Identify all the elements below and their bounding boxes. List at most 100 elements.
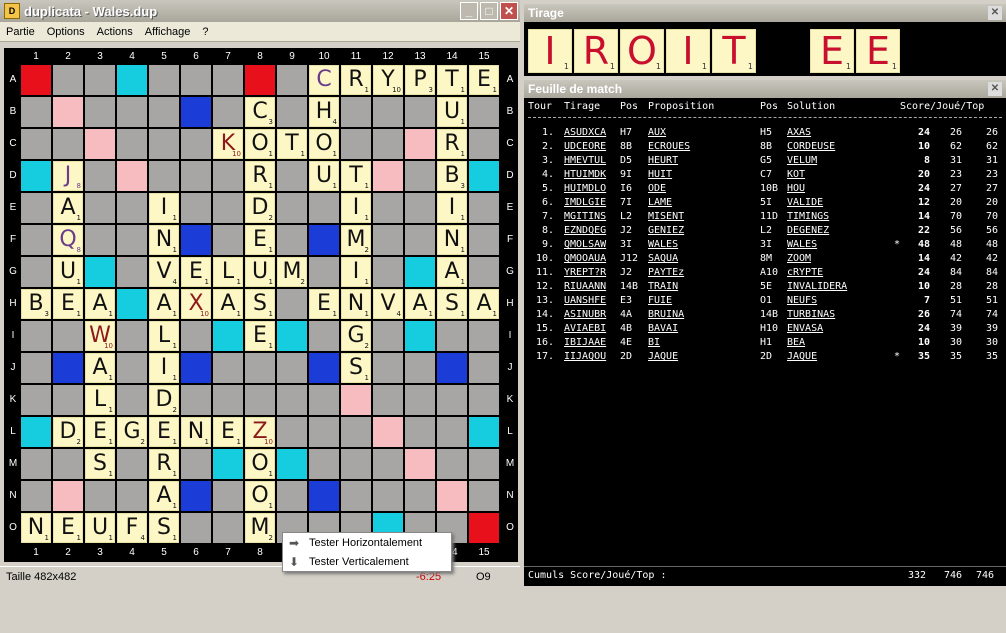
- table-row[interactable]: 7. MGITINS L2 MISENT 11D TIMINGS 14 70 70: [524, 211, 1006, 225]
- table-row[interactable]: 3. HMEVTUL D5 HEURT G5 VELUM 8 31 31: [524, 155, 1006, 169]
- board-square[interactable]: [277, 65, 307, 95]
- board-square[interactable]: [277, 417, 307, 447]
- board-square[interactable]: [213, 449, 243, 479]
- board-square[interactable]: [149, 65, 179, 95]
- table-row[interactable]: 9. QMOLSAW 3I WALES 3I WALES * 48 48 48: [524, 239, 1006, 253]
- board-square[interactable]: [469, 513, 499, 543]
- board-square[interactable]: [85, 65, 115, 95]
- board-square[interactable]: [341, 97, 371, 127]
- table-row[interactable]: 5. HUIMDLO I6 ODE 10B HOU 24 27 27: [524, 183, 1006, 197]
- table-row[interactable]: 2. UDCEORE 8B ECROUES 8B CORDEUSE 10 62 62: [524, 141, 1006, 155]
- board-square[interactable]: [85, 257, 115, 287]
- board-square[interactable]: [373, 257, 403, 287]
- board-square[interactable]: [309, 225, 339, 255]
- board-square[interactable]: [373, 481, 403, 511]
- board-square[interactable]: [309, 257, 339, 287]
- board-square[interactable]: [277, 481, 307, 511]
- board-square[interactable]: [213, 385, 243, 415]
- close-button[interactable]: ✕: [500, 2, 518, 20]
- board-square[interactable]: [117, 193, 147, 223]
- board-square[interactable]: [405, 385, 435, 415]
- board-square[interactable]: [309, 193, 339, 223]
- board-square[interactable]: [373, 353, 403, 383]
- board-square[interactable]: [469, 161, 499, 191]
- table-row[interactable]: 8. EZNDQEG J2 GENIEZ L2 DEGENEZ 22 56 56: [524, 225, 1006, 239]
- table-row[interactable]: 12. RIUAANN 14B TRAIN 5E INVALIDERA 10 28 28: [524, 281, 1006, 295]
- menu-item-test-vertical[interactable]: ⬇ Tester Verticalement: [283, 552, 451, 571]
- board-square[interactable]: [21, 385, 51, 415]
- menu-options[interactable]: Options: [41, 26, 91, 38]
- board-square[interactable]: [213, 65, 243, 95]
- board-square[interactable]: [309, 321, 339, 351]
- board-square[interactable]: [245, 65, 275, 95]
- menu-help[interactable]: ?: [196, 26, 214, 38]
- table-row[interactable]: 13. UANSHFE E3 FUIE O1 NEUFS 7 51 51: [524, 295, 1006, 309]
- board-square[interactable]: [53, 385, 83, 415]
- board-square[interactable]: [117, 161, 147, 191]
- board-square[interactable]: [213, 225, 243, 255]
- board-square[interactable]: [213, 353, 243, 383]
- board-square[interactable]: [117, 257, 147, 287]
- board-square[interactable]: [405, 97, 435, 127]
- board-square[interactable]: [21, 321, 51, 351]
- board-square[interactable]: [149, 161, 179, 191]
- board-square[interactable]: [373, 225, 403, 255]
- board-square[interactable]: [213, 513, 243, 543]
- board-square[interactable]: [85, 225, 115, 255]
- board-square[interactable]: [181, 481, 211, 511]
- feuille-close-button[interactable]: ✕: [988, 82, 1002, 96]
- board-square[interactable]: [85, 97, 115, 127]
- board-square[interactable]: [469, 97, 499, 127]
- board-square[interactable]: [85, 481, 115, 511]
- board-square[interactable]: [117, 289, 147, 319]
- board-square[interactable]: [309, 449, 339, 479]
- board-square[interactable]: [309, 353, 339, 383]
- board-square[interactable]: [21, 481, 51, 511]
- board-square[interactable]: [245, 385, 275, 415]
- scrabble-board[interactable]: 1122334455667788991010111112121313141415…: [4, 48, 518, 562]
- board-square[interactable]: [181, 161, 211, 191]
- board-square[interactable]: [277, 161, 307, 191]
- board-square[interactable]: [469, 225, 499, 255]
- board-square[interactable]: [21, 161, 51, 191]
- board-square[interactable]: [21, 417, 51, 447]
- board-square[interactable]: [405, 193, 435, 223]
- board-square[interactable]: [277, 449, 307, 479]
- menu-actions[interactable]: Actions: [91, 26, 139, 38]
- board-square[interactable]: [405, 129, 435, 159]
- board-square[interactable]: [469, 449, 499, 479]
- board-square[interactable]: [181, 385, 211, 415]
- board-square[interactable]: [21, 225, 51, 255]
- board-square[interactable]: [21, 65, 51, 95]
- board-square[interactable]: [181, 449, 211, 479]
- board-square[interactable]: [53, 321, 83, 351]
- board-square[interactable]: [405, 449, 435, 479]
- board-square[interactable]: [277, 353, 307, 383]
- board-square[interactable]: [181, 129, 211, 159]
- board-square[interactable]: [181, 321, 211, 351]
- board-square[interactable]: [437, 385, 467, 415]
- board-square[interactable]: [469, 353, 499, 383]
- board-square[interactable]: [405, 161, 435, 191]
- board-square[interactable]: [373, 97, 403, 127]
- table-row[interactable]: 15. AVIAEBI 4B BAVAI H10 ENVASA 24 39 39: [524, 323, 1006, 337]
- board-square[interactable]: [469, 481, 499, 511]
- table-row[interactable]: 11. YREPT?R J2 PAYTEz A10 cRYPTE 24 84 84: [524, 267, 1006, 281]
- board-square[interactable]: [181, 65, 211, 95]
- board-square[interactable]: [373, 193, 403, 223]
- menu-item-test-horizontal[interactable]: ➡ Tester Horizontalement: [283, 533, 451, 552]
- board-square[interactable]: [405, 353, 435, 383]
- board-square[interactable]: [21, 97, 51, 127]
- board-square[interactable]: [373, 321, 403, 351]
- board-square[interactable]: [181, 353, 211, 383]
- board-square[interactable]: [117, 129, 147, 159]
- board-square[interactable]: [437, 481, 467, 511]
- board-square[interactable]: [277, 321, 307, 351]
- board-square[interactable]: [53, 97, 83, 127]
- board-square[interactable]: [117, 65, 147, 95]
- board-square[interactable]: [373, 385, 403, 415]
- board-square[interactable]: [277, 225, 307, 255]
- board-square[interactable]: [309, 385, 339, 415]
- board-square[interactable]: [53, 129, 83, 159]
- table-row[interactable]: 6. IMDLGIE 7I LAME 5I VALIDE 12 20 20: [524, 197, 1006, 211]
